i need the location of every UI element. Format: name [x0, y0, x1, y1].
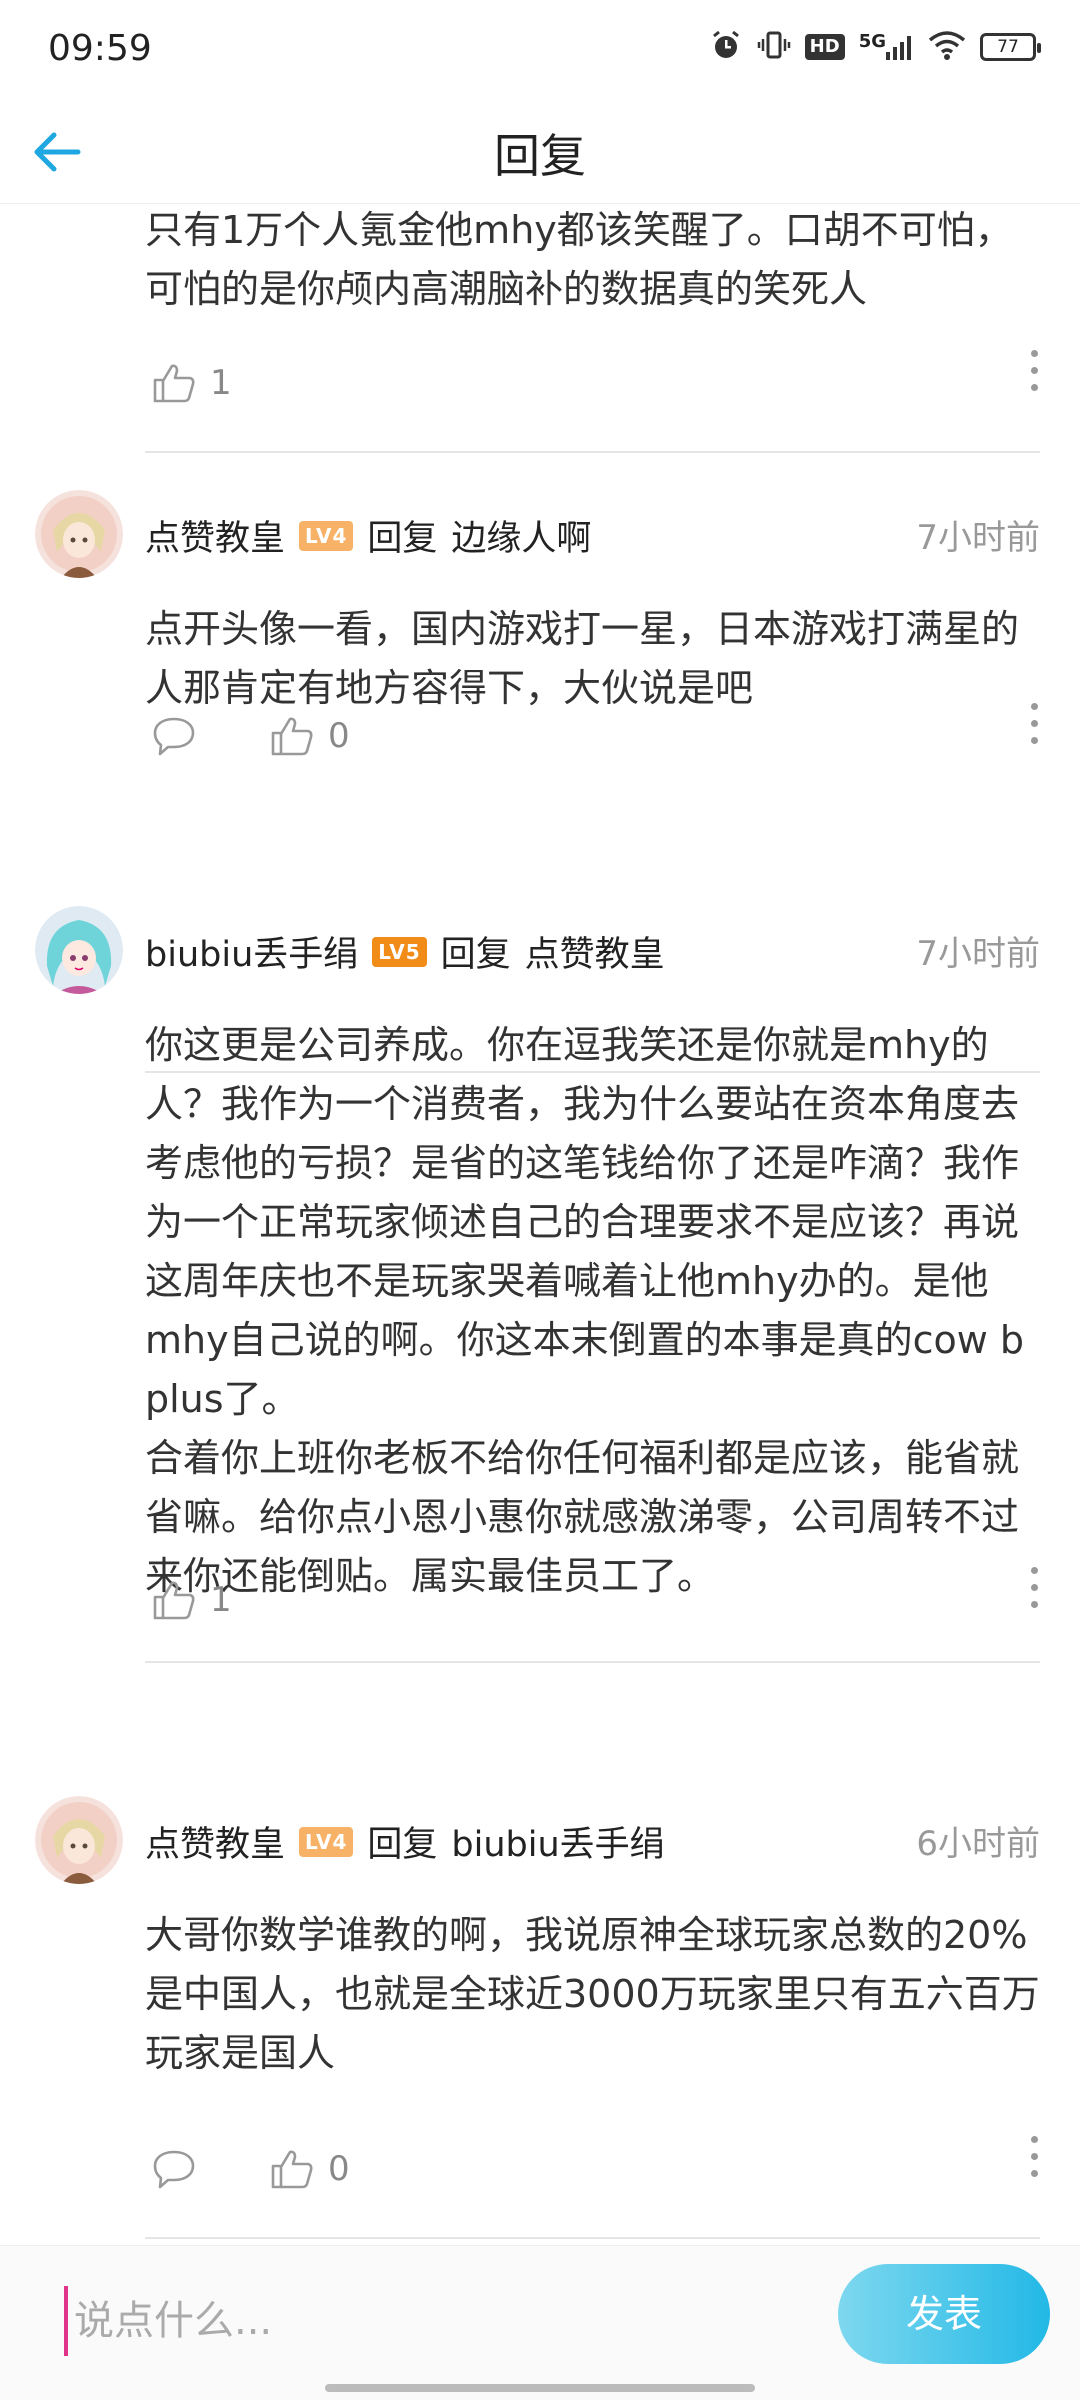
more-options-button[interactable]: [1024, 1567, 1044, 1608]
comment-text: 你这更是公司养成。你在逗我笑还是你就是mhy的人？我作为一个消费者，我为什么要站…: [145, 1023, 1025, 1598]
cellular-signal-icon: 5G: [859, 31, 914, 60]
comment-time: 6小时前: [916, 1824, 1040, 1864]
comment-header: 点赞教皇 LV4 回复 边缘人啊: [145, 510, 591, 561]
like-button[interactable]: 0: [270, 2148, 350, 2190]
comment-text: 只有1万个人氪金他mhy都该笑醒了。口胡不可怕，可怕的是你颅内高潮脑补的数据真的…: [145, 208, 1013, 311]
username[interactable]: biubiu丢手绢: [145, 926, 358, 977]
like-count: 1: [210, 363, 232, 403]
send-button[interactable]: 发表: [838, 2264, 1050, 2364]
comment-item: 点赞教皇 LV4 回复 边缘人啊 7小时前 点开头像一看，国内游戏打一星，日本游…: [0, 490, 1080, 1073]
like-count: 0: [328, 716, 350, 756]
level-badge: LV4: [299, 1826, 354, 1857]
status-time: 09:59: [48, 28, 152, 69]
speech-bubble-icon: [153, 2150, 195, 2189]
avatar[interactable]: [35, 1796, 123, 1884]
comment-header: 点赞教皇 LV4 回复 biubiu丢手绢: [145, 1816, 665, 1867]
username[interactable]: 点赞教皇: [145, 510, 285, 561]
divider: [145, 2237, 1040, 2239]
more-options-button[interactable]: [1024, 350, 1044, 391]
divider: [145, 451, 1040, 453]
app-header: 回复: [0, 100, 1080, 204]
thumbs-up-icon: [271, 717, 313, 756]
like-button[interactable]: 0: [270, 715, 350, 757]
divider: [145, 1661, 1040, 1663]
comment-item: 只有1万个人氪金他mhy都该笑醒了。口胡不可怕，可怕的是你颅内高潮脑补的数据真的…: [0, 205, 1080, 455]
like-button[interactable]: 1: [152, 1579, 232, 1621]
reply-label: 回复: [367, 1825, 438, 1865]
home-indicator[interactable]: [325, 2384, 755, 2392]
comment-time: 7小时前: [916, 934, 1040, 974]
reply-input-bar: 说点什么... 发表: [0, 2245, 1080, 2400]
thumbs-up-icon: [153, 1581, 195, 1620]
more-options-button[interactable]: [1024, 2136, 1044, 2177]
comment-input[interactable]: 说点什么...: [64, 2286, 784, 2356]
like-button[interactable]: 1: [152, 362, 232, 404]
reply-button[interactable]: [152, 715, 196, 757]
reply-target[interactable]: 点赞教皇: [525, 926, 665, 977]
reply-button[interactable]: [152, 2148, 196, 2190]
alarm-icon: [709, 28, 743, 66]
more-options-button[interactable]: [1024, 703, 1044, 744]
wifi-icon: [928, 30, 966, 64]
avatar[interactable]: [35, 490, 123, 578]
reply-label: 回复: [440, 935, 511, 975]
level-badge: LV5: [372, 936, 427, 967]
reply-list: 只有1万个人氪金他mhy都该笑醒了。口胡不可怕，可怕的是你颅内高潮脑补的数据真的…: [0, 205, 1080, 2245]
comment-item: biubiu丢手绢 LV5 回复 点赞教皇 7小时前 你这更是公司养成。你在逗我…: [0, 906, 1080, 1766]
like-count: 1: [210, 1580, 232, 1620]
level-badge: LV4: [299, 520, 354, 551]
battery-icon: 77: [980, 33, 1041, 61]
reply-target[interactable]: 边缘人啊: [451, 510, 591, 561]
thumbs-up-icon: [271, 2150, 313, 2189]
thumbs-up-icon: [153, 364, 195, 403]
status-bar: 09:59 HD 5G 77: [0, 0, 1080, 100]
reply-label: 回复: [367, 519, 438, 559]
like-count: 0: [328, 2149, 350, 2189]
comment-text: 点开头像一看，国内游戏打一星，日本游戏打满星的人那肯定有地方容得下，大伙说是吧: [145, 607, 1020, 710]
speech-bubble-icon: [153, 717, 195, 756]
comment-item: 点赞教皇 LV4 回复 biubiu丢手绢 6小时前 大哥你数学谁教的啊，我说原…: [0, 1796, 1080, 2245]
vibrate-icon: [757, 28, 791, 66]
hd-icon: HD: [804, 34, 845, 60]
username[interactable]: 点赞教皇: [145, 1816, 285, 1867]
status-icons: HD 5G 77: [709, 28, 1041, 66]
comment-text: 大哥你数学谁教的啊，我说原神全球玩家总数的20%是中国人，也就是全球近3000万…: [145, 1913, 1040, 2075]
comment-header: biubiu丢手绢 LV5 回复 点赞教皇: [145, 926, 665, 977]
page-title: 回复: [494, 129, 586, 183]
reply-target[interactable]: biubiu丢手绢: [451, 1816, 664, 1867]
comment-time: 7小时前: [916, 518, 1040, 558]
avatar[interactable]: [35, 906, 123, 994]
